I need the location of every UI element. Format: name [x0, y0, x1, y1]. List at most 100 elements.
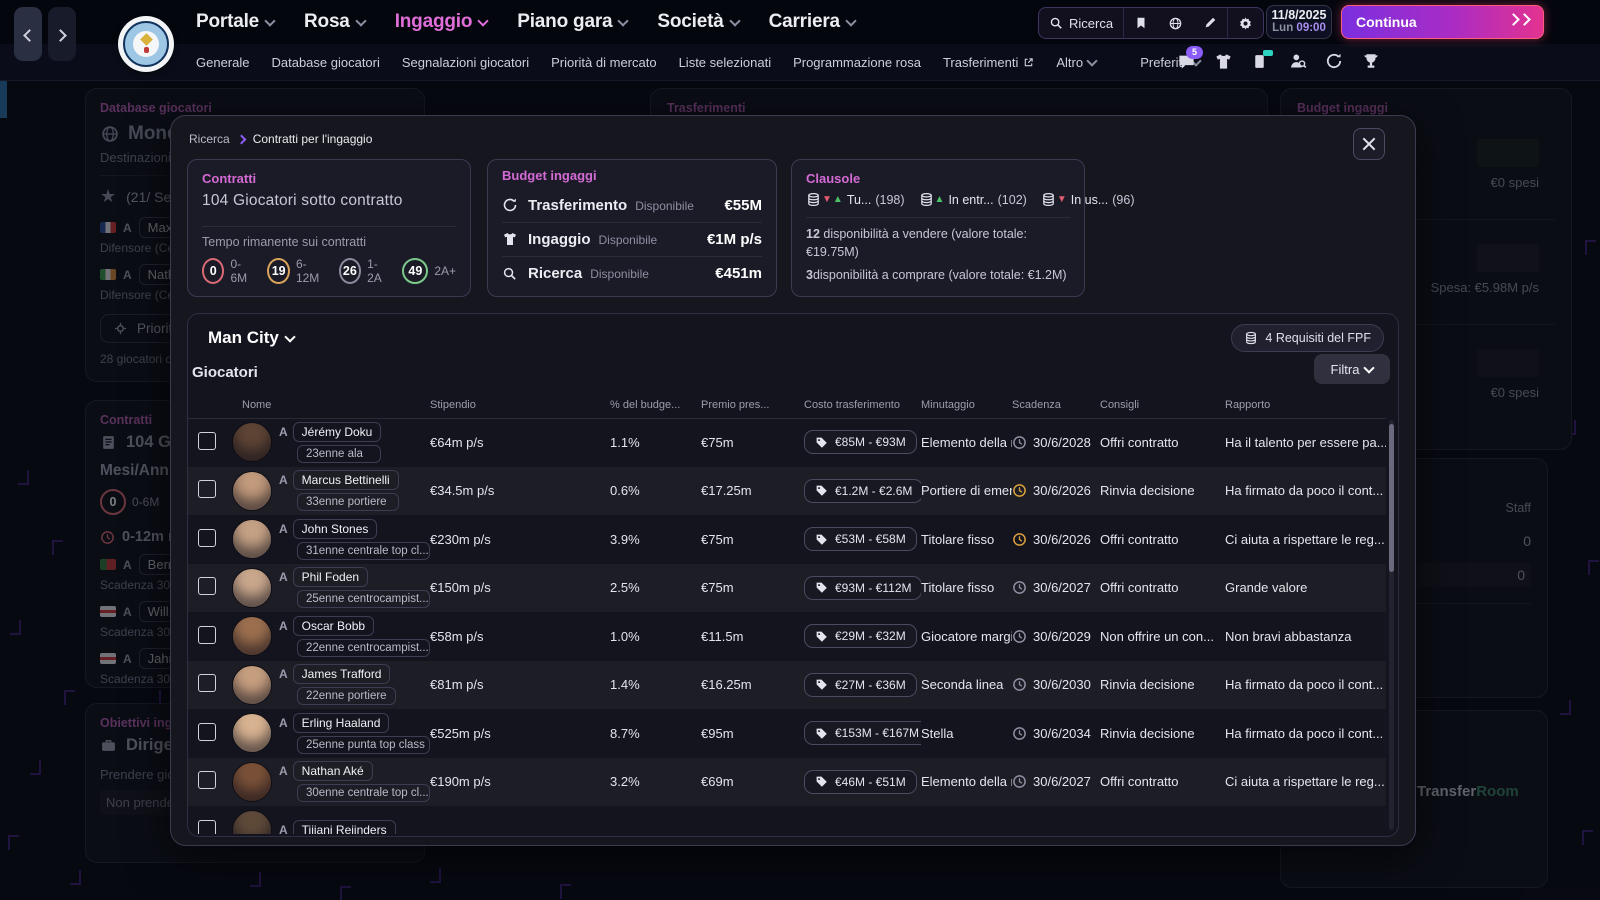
squad-button[interactable] — [1214, 52, 1234, 72]
row-checkbox[interactable] — [198, 771, 216, 789]
search-label: Ricerca — [1069, 16, 1113, 31]
tag-icon — [815, 533, 828, 546]
world-button[interactable] — [1158, 8, 1193, 38]
player-desc[interactable]: 33enne portiere — [297, 493, 399, 511]
subnav-altro[interactable]: Altro — [1056, 55, 1096, 70]
agent-icon: A — [279, 473, 288, 487]
subnav-liste-selezionati[interactable]: Liste selezionati — [679, 55, 772, 70]
player-name[interactable]: Tijjani Reijnders — [293, 820, 396, 834]
transfer-cost-pill[interactable]: €93M - €112M — [804, 576, 921, 600]
subnav-priorita-di-mercato[interactable]: Priorità di mercato — [551, 55, 656, 70]
game-date[interactable]: 11/8/2025 Lun 09:00 — [1266, 5, 1332, 39]
search-button[interactable]: Ricerca — [1039, 8, 1123, 38]
filter-button[interactable]: Filtra — [1314, 354, 1390, 384]
col-costo-trasferimento[interactable]: Costo trasferimento — [804, 399, 921, 411]
col-scadenza[interactable]: Scadenza — [1012, 399, 1100, 411]
main-menu-item[interactable]: Rosa — [304, 11, 365, 33]
player-desc[interactable]: 22enne centrocampist... — [297, 639, 430, 657]
table-row[interactable]: A James Trafford 22enne portiere €81m p/… — [188, 661, 1386, 710]
table-row[interactable]: A Tijjani Reijnders — [188, 806, 1386, 834]
chevron-down-icon — [729, 15, 740, 26]
col-stipendio[interactable]: Stipendio — [430, 399, 610, 411]
transfer-cost-pill[interactable]: €1.2M - €2.6M — [804, 479, 921, 503]
scrollbar-thumb[interactable] — [1389, 424, 1394, 572]
player-name[interactable]: Nathan Aké — [293, 761, 373, 781]
subnav-database-giocatori[interactable]: Database giocatori — [271, 55, 379, 70]
player-name[interactable]: Jérémy Doku — [293, 422, 382, 442]
main-menu-item[interactable]: Società — [657, 11, 738, 33]
row-checkbox[interactable] — [198, 480, 216, 498]
player-name[interactable]: James Trafford — [293, 664, 391, 684]
history-back-button[interactable] — [14, 7, 42, 61]
reports-button[interactable] — [1251, 52, 1271, 72]
player-desc[interactable]: 23enne ala — [297, 445, 381, 463]
transfer-cost-pill[interactable]: €29M - €32M — [804, 624, 917, 648]
sync-button[interactable] — [1325, 52, 1345, 72]
transfer-cost-pill[interactable]: €27M - €36M — [804, 673, 917, 697]
transfer-cost-pill[interactable]: €153M - €167M — [804, 721, 921, 745]
subnav-generale[interactable]: Generale — [196, 55, 249, 70]
player-desc[interactable]: 31enne centrale top cl... — [297, 542, 430, 560]
player-desc[interactable]: 25enne centrocampist... — [297, 590, 430, 608]
main-menu-item[interactable]: Piano gara — [517, 11, 627, 33]
continue-button[interactable]: Continua — [1341, 5, 1544, 39]
table-row[interactable]: A Phil Foden 25enne centrocampist... €15… — [188, 564, 1386, 613]
breadcrumb-root[interactable]: Ricerca — [189, 132, 230, 146]
row-checkbox[interactable] — [198, 723, 216, 741]
row-checkbox[interactable] — [198, 626, 216, 644]
subnav-segnalazioni-giocatori[interactable]: Segnalazioni giocatori — [402, 55, 529, 70]
clock-icon — [1012, 677, 1027, 692]
clause-chip[interactable]: ▼ ▲ In us... (96) — [1041, 192, 1135, 207]
player-desc[interactable]: 25enne punta top class — [297, 736, 430, 754]
player-name[interactable]: Oscar Bobb — [293, 616, 374, 636]
transfer-cost-pill[interactable]: €46M - €51M — [804, 770, 917, 794]
budget-value: €451m — [715, 265, 762, 282]
col-consigli[interactable]: Consigli — [1100, 399, 1225, 411]
club-crest[interactable] — [118, 16, 174, 72]
table-row[interactable]: A Nathan Aké 30enne centrale top cl... €… — [188, 758, 1386, 807]
scouting-button[interactable] — [1288, 52, 1308, 72]
row-checkbox[interactable] — [198, 674, 216, 692]
main-menu-item[interactable]: Portale — [196, 11, 274, 33]
inbox-button[interactable]: 5 — [1177, 52, 1197, 72]
transfer-cost-pill[interactable]: €53M - €58M — [804, 527, 917, 551]
col-minutaggio[interactable]: Minutaggio — [921, 399, 1012, 411]
row-checkbox[interactable] — [198, 432, 216, 450]
clock-icon — [1012, 435, 1027, 450]
notes-button[interactable] — [1123, 8, 1158, 38]
competitions-button[interactable] — [1362, 52, 1382, 72]
table-row[interactable]: A Erling Haaland 25enne punta top class … — [188, 709, 1386, 758]
table-row[interactable]: A Oscar Bobb 22enne centrocampist... €58… — [188, 612, 1386, 661]
col-premio[interactable]: Premio pres... — [701, 399, 804, 411]
main-menu-item[interactable]: Carriera — [769, 11, 855, 33]
row-checkbox[interactable] — [198, 577, 216, 595]
table-row[interactable]: A John Stones 31enne centrale top cl... … — [188, 515, 1386, 564]
player-name[interactable]: Marcus Bettinelli — [293, 470, 399, 490]
contract-time-stat: 49 2A+ — [402, 257, 456, 285]
close-button[interactable] — [1353, 128, 1385, 160]
table-row[interactable]: A Marcus Bettinelli 33enne portiere €34.… — [188, 467, 1386, 516]
clause-chip[interactable]: ▼ ▲ Tu... (198) — [806, 192, 905, 207]
history-forward-button[interactable] — [48, 7, 76, 61]
transfer-cost-pill[interactable]: €85M - €93M — [804, 430, 917, 454]
edit-button[interactable] — [1193, 8, 1227, 38]
player-name[interactable]: John Stones — [293, 519, 378, 539]
subnav-trasferimenti[interactable]: Trasferimenti — [943, 55, 1034, 70]
table-scrollbar[interactable] — [1389, 420, 1394, 830]
col-rapporto[interactable]: Rapporto — [1225, 399, 1386, 411]
player-name[interactable]: Phil Foden — [293, 567, 368, 587]
row-checkbox[interactable] — [198, 820, 216, 834]
player-desc[interactable]: 30enne centrale top cl... — [297, 784, 430, 802]
clause-chip[interactable]: ▼ ▲ In entr... (102) — [919, 192, 1027, 207]
col-percent-budget[interactable]: % del budge... — [610, 399, 701, 411]
col-nome[interactable]: Nome — [232, 399, 430, 411]
ffp-requirements-button[interactable]: 4 Requisiti del FPF — [1231, 324, 1384, 352]
table-row[interactable]: A Jérémy Doku 23enne ala €64m p/s 1.1% €… — [188, 418, 1386, 467]
settings-button[interactable] — [1227, 8, 1263, 38]
main-menu-item[interactable]: Ingaggio — [395, 11, 488, 33]
team-selector[interactable]: Man City — [208, 328, 294, 348]
player-name[interactable]: Erling Haaland — [293, 713, 390, 733]
subnav-programmazione-rosa[interactable]: Programmazione rosa — [793, 55, 921, 70]
player-desc[interactable]: 22enne portiere — [297, 687, 396, 705]
row-checkbox[interactable] — [198, 529, 216, 547]
